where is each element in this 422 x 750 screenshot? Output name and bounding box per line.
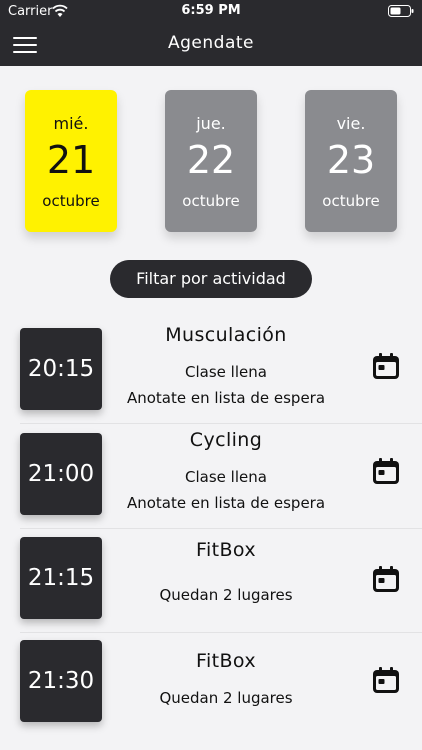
date-weekday: jue. bbox=[196, 114, 226, 133]
class-time: 21:00 bbox=[20, 433, 102, 515]
calendar-icon[interactable] bbox=[372, 565, 400, 593]
class-time: 20:15 bbox=[20, 328, 102, 410]
class-status: Clase llena bbox=[185, 468, 267, 486]
calendar-icon[interactable] bbox=[372, 666, 400, 694]
date-card-22[interactable]: jue. 22 octubre bbox=[165, 90, 257, 232]
class-name: FitBox bbox=[196, 539, 256, 561]
date-day: 21 bbox=[46, 138, 96, 182]
class-row[interactable]: 21:30 FitBox Quedan 2 lugares bbox=[0, 632, 422, 736]
class-waitlist-note: Anotate en lista de espera bbox=[126, 494, 326, 512]
class-time: 21:15 bbox=[20, 537, 102, 619]
class-name: Musculación bbox=[165, 324, 287, 346]
class-name: Cycling bbox=[189, 429, 263, 451]
class-row[interactable]: 21:00 Cycling Clase llena Anotate en lis… bbox=[0, 425, 422, 529]
date-month: octubre bbox=[182, 192, 240, 210]
date-month: octubre bbox=[42, 192, 100, 210]
class-time: 21:30 bbox=[20, 640, 102, 722]
battery-icon bbox=[388, 5, 414, 17]
app-header: Carrier 6:59 PM Agendate bbox=[0, 0, 422, 66]
clock-label: 6:59 PM bbox=[181, 3, 241, 18]
date-weekday: vie. bbox=[336, 114, 366, 133]
date-month: octubre bbox=[322, 192, 380, 210]
row-divider bbox=[20, 423, 422, 424]
class-waitlist-note: Anotate en lista de espera bbox=[126, 389, 326, 407]
class-status: Quedan 2 lugares bbox=[159, 689, 293, 707]
page-title: Agendate bbox=[168, 33, 254, 53]
date-day: 23 bbox=[326, 138, 376, 182]
calendar-icon[interactable] bbox=[372, 457, 400, 485]
filter-by-activity-button[interactable]: Filtar por actividad bbox=[110, 260, 312, 298]
date-card-23[interactable]: vie. 23 octubre bbox=[305, 90, 397, 232]
status-bar: Carrier 6:59 PM bbox=[0, 0, 422, 22]
date-day: 22 bbox=[186, 138, 236, 182]
class-row[interactable]: 20:15 Musculación Clase llena Anotate en… bbox=[0, 320, 422, 424]
class-status: Quedan 2 lugares bbox=[159, 586, 293, 604]
class-row[interactable]: 21:15 FitBox Quedan 2 lugares bbox=[0, 529, 422, 633]
calendar-icon[interactable] bbox=[372, 352, 400, 380]
date-card-21[interactable]: mié. 21 octubre bbox=[25, 90, 117, 232]
date-weekday: mié. bbox=[53, 114, 89, 133]
class-status: Clase llena bbox=[185, 363, 267, 381]
class-name: FitBox bbox=[196, 650, 256, 672]
